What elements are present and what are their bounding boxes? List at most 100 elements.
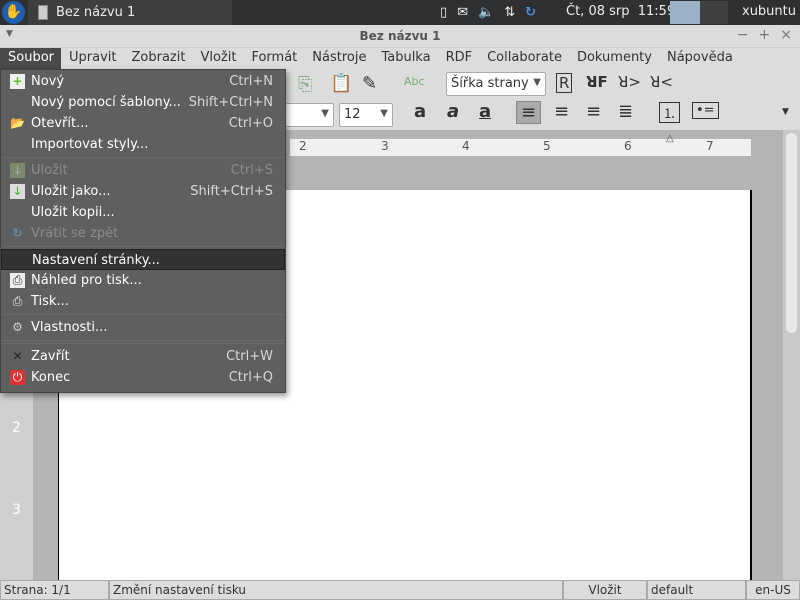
menu-item-save-copy[interactable]: Uložit kopii... <box>1 202 285 223</box>
shortcut: Shift+Ctrl+S <box>190 184 273 199</box>
menu-upravit[interactable]: Upravit <box>61 48 123 70</box>
menu-collaborate[interactable]: Collaborate <box>479 48 569 70</box>
menu-item-print[interactable]: ⎙ Tisk... <box>1 291 285 312</box>
menu-item-close[interactable]: ✕ Zavřít Ctrl+W <box>1 346 285 367</box>
menu-item-properties[interactable]: ⚙ Vlastnosti... <box>1 317 285 338</box>
status-insert-mode[interactable]: Vložit <box>563 580 647 600</box>
menu-zobrazit[interactable]: Zobrazit <box>123 48 192 70</box>
align-right-icon[interactable]: ≡ <box>586 101 601 122</box>
taskbar-window-button[interactable]: Bez názvu 1 <box>28 0 232 25</box>
label: Konec <box>31 370 71 385</box>
menu-vlozit[interactable]: Vložit <box>192 48 243 70</box>
save-icon: ↓ <box>10 163 25 178</box>
new-document-icon: + <box>10 74 25 89</box>
label: Vrátit se zpět <box>31 226 119 241</box>
shortcut: Ctrl+Q <box>228 370 273 385</box>
label: Vlastnosti... <box>31 320 108 335</box>
gear-icon: ⚙ <box>12 320 23 334</box>
mail-icon[interactable]: ✉ <box>457 5 468 20</box>
status-page: Strana: 1/1 <box>0 580 109 600</box>
menubar: Soubor Upravit Zobrazit Vložit Formát Ná… <box>0 48 800 70</box>
save-as-icon: ↓ <box>10 184 25 199</box>
paste-special-icon[interactable]: ⎘ <box>298 74 312 95</box>
menu-dokumenty[interactable]: Dokumenty <box>569 48 659 70</box>
print-preview-icon: ⎙ <box>10 273 25 288</box>
numbered-list-icon[interactable]: ⒈ <box>659 102 681 123</box>
menu-item-new-from-template[interactable]: Nový pomocí šablony... Shift+Ctrl+N <box>1 92 285 113</box>
status-message: Změní nastavení tisku <box>109 580 563 600</box>
rdf-f-icon[interactable]: ꓤF <box>586 73 608 91</box>
label: Nový pomocí šablony... <box>31 95 181 110</box>
task-title: Bez názvu 1 <box>56 5 136 20</box>
font-size-combo[interactable]: 12 ▼ <box>339 103 393 127</box>
paste-icon[interactable]: 📋 <box>330 73 352 94</box>
menu-napoveda[interactable]: Nápověda <box>659 48 740 70</box>
indent-marker-icon[interactable]: △ <box>666 133 674 144</box>
label: Uložit jako... <box>31 184 111 199</box>
align-center-icon[interactable]: ≡ <box>554 101 569 122</box>
rdf-icon[interactable]: R <box>556 73 573 93</box>
file-menu: + Nový Ctrl+N Nový pomocí šablony... Shift+… <box>0 69 286 393</box>
separator <box>2 246 284 247</box>
italic-icon[interactable]: a <box>447 101 459 122</box>
spellcheck-icon[interactable]: Abc <box>404 75 425 88</box>
rdf-prev-icon[interactable]: ꓤ< <box>650 73 673 91</box>
label: Uložit <box>31 163 68 178</box>
bold-icon[interactable]: a <box>414 101 426 122</box>
align-left-icon[interactable]: ≡ <box>516 101 542 124</box>
menu-item-save[interactable]: ↓ Uložit Ctrl+S <box>1 160 285 181</box>
label: Uložit kopii... <box>31 205 115 220</box>
label: Importovat styly... <box>31 137 149 152</box>
status-page-style[interactable]: default <box>647 580 746 600</box>
open-folder-icon: 📂 <box>10 116 25 130</box>
close-icon: ✕ <box>12 349 23 363</box>
network-icon[interactable]: ⇅ <box>504 5 515 20</box>
menu-rdf[interactable]: RDF <box>438 48 480 70</box>
battery-icon[interactable]: ▯ <box>440 5 447 20</box>
clock[interactable]: Čt, 08 srp 11:59 <box>566 4 675 19</box>
close-window-icon[interactable]: × <box>780 27 792 43</box>
workspace-switcher[interactable] <box>670 1 728 24</box>
volume-icon[interactable]: 🔈 <box>478 5 494 20</box>
menu-item-new[interactable]: + Nový Ctrl+N <box>1 71 285 92</box>
shortcut: Shift+Ctrl+N <box>188 95 273 110</box>
menu-nastroje[interactable]: Nástroje <box>304 48 373 70</box>
menu-item-exit[interactable]: ⏻ Konec Ctrl+Q <box>1 367 285 388</box>
maximize-icon[interactable]: + <box>759 27 771 43</box>
user-name[interactable]: xubuntu <box>742 4 796 19</box>
underline-icon[interactable]: a <box>479 101 491 122</box>
rdf-next-icon[interactable]: ꓤ> <box>618 73 641 91</box>
writer-icon <box>38 5 48 20</box>
xfce-menu-icon[interactable]: ✋ <box>2 1 25 24</box>
menu-format[interactable]: Formát <box>243 48 304 70</box>
scrollbar-thumb[interactable] <box>786 133 797 333</box>
ruler-tick: 3 <box>12 502 21 518</box>
power-icon: ⏻ <box>10 370 25 385</box>
font-name-combo[interactable]: ▼ <box>286 103 334 127</box>
horizontal-ruler[interactable]: 2 3 4 5 6 7 △ <box>290 133 751 156</box>
menu-item-save-as[interactable]: ↓ Uložit jako... Shift+Ctrl+S <box>1 181 285 202</box>
toolbar-overflow-icon[interactable]: ▼ <box>782 107 789 117</box>
minimize-icon[interactable]: − <box>737 27 749 43</box>
menu-tabulka[interactable]: Tabulka <box>373 48 437 70</box>
print-icon: ⎙ <box>12 294 23 308</box>
ruler-tick: 4 <box>462 139 470 153</box>
bullet-list-icon[interactable]: •= <box>692 102 719 119</box>
separator <box>2 157 284 158</box>
menu-item-import-styles[interactable]: Importovat styly... <box>1 134 285 155</box>
shortcut: Ctrl+O <box>228 116 273 131</box>
vertical-scrollbar[interactable] <box>783 130 800 580</box>
menu-item-revert[interactable]: ↻ Vrátit se zpět <box>1 223 285 244</box>
menu-item-print-preview[interactable]: ⎙ Náhled pro tisk... <box>1 270 285 291</box>
menu-soubor[interactable]: Soubor <box>0 48 61 70</box>
window-titlebar[interactable]: ▼ Bez názvu 1 − + × <box>0 25 800 48</box>
chevron-down-icon: ▼ <box>533 77 541 88</box>
shortcut: Ctrl+S <box>230 163 273 178</box>
status-language[interactable]: en-US <box>746 580 800 600</box>
clone-formatting-icon[interactable]: ✎ <box>362 73 377 94</box>
zoom-combo[interactable]: Šířka strany ▼ <box>446 72 546 96</box>
update-icon[interactable]: ↻ <box>525 5 536 20</box>
menu-item-page-setup[interactable]: Nastavení stránky... <box>1 249 285 270</box>
justify-icon[interactable]: ≣ <box>618 101 633 122</box>
menu-item-open[interactable]: 📂 Otevřít... Ctrl+O <box>1 113 285 134</box>
